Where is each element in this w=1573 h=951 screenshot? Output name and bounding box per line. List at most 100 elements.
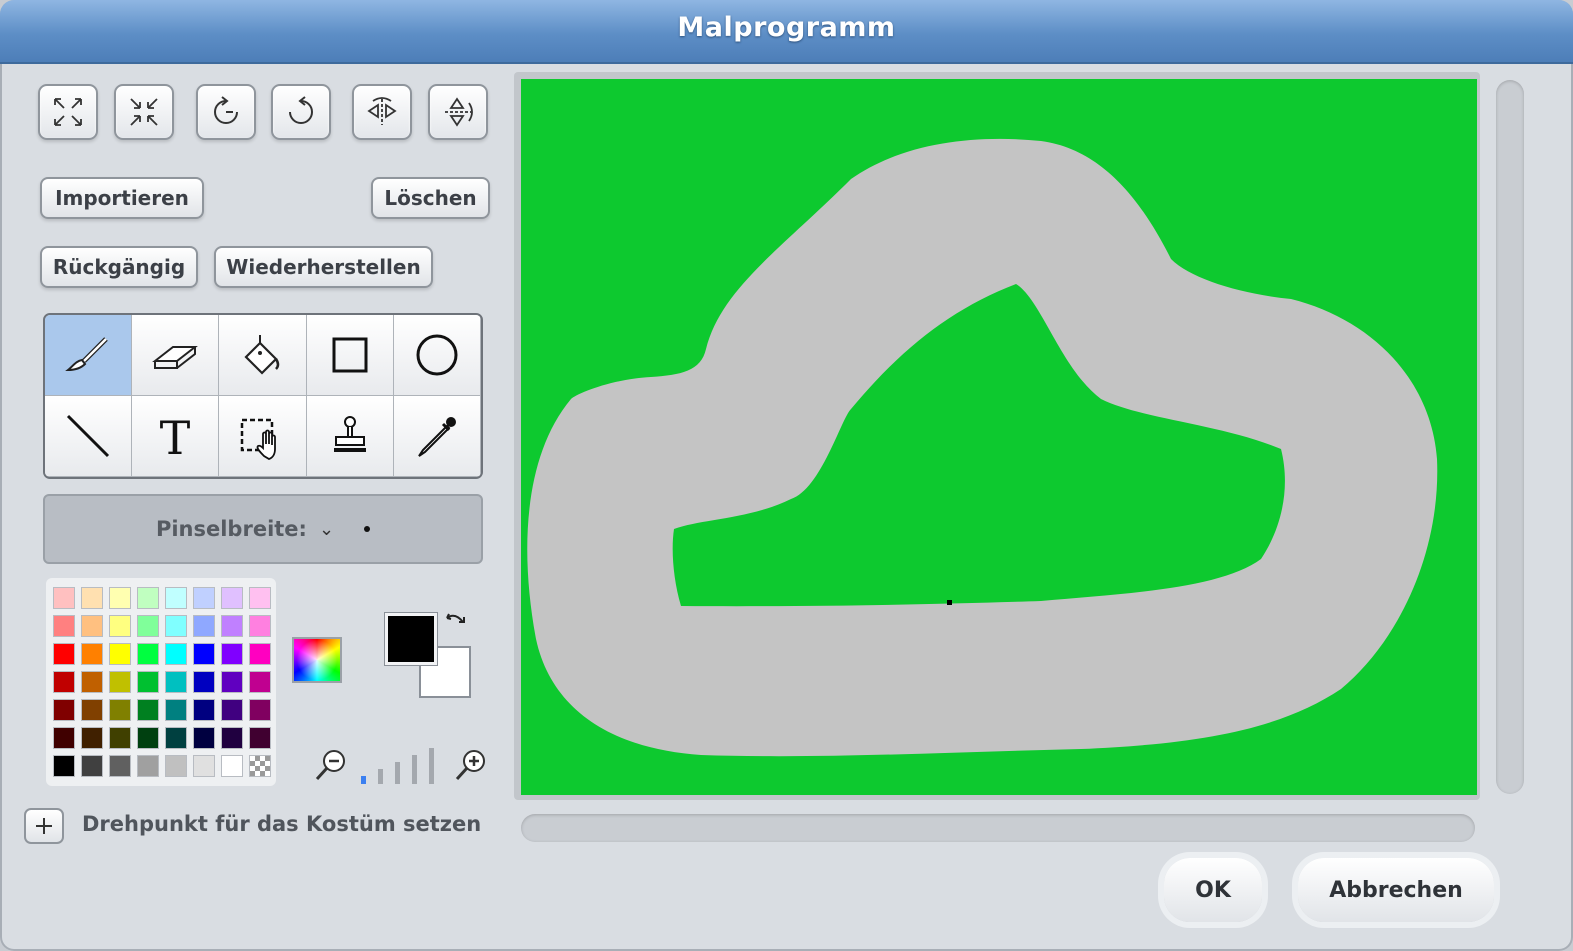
zoom-level-bar[interactable] xyxy=(395,762,400,784)
color-swatch[interactable] xyxy=(81,587,103,609)
color-swatch[interactable] xyxy=(165,671,187,693)
tool-ellipse[interactable] xyxy=(393,315,481,396)
horizontal-scrollbar[interactable] xyxy=(521,814,1475,842)
zoom-level-bar[interactable] xyxy=(361,776,366,784)
zoom-level-bar[interactable] xyxy=(429,748,434,784)
color-swatch[interactable] xyxy=(249,615,271,637)
color-swatch[interactable] xyxy=(53,615,75,637)
shrink-button[interactable] xyxy=(114,84,174,140)
brush-size-control[interactable]: Pinselbreite: ⌄ xyxy=(43,494,483,564)
color-swatch[interactable] xyxy=(109,587,131,609)
tool-eyedropper[interactable] xyxy=(393,396,481,477)
color-swatch[interactable] xyxy=(137,643,159,665)
zoom-out-icon[interactable] xyxy=(312,746,350,784)
color-swatch[interactable] xyxy=(137,755,159,777)
tool-text[interactable]: T xyxy=(132,396,220,477)
zoom-level-indicator[interactable] xyxy=(358,746,442,784)
vertical-scrollbar[interactable] xyxy=(1496,80,1524,794)
redo-button[interactable]: Wiederherstellen xyxy=(214,246,433,288)
color-swatch[interactable] xyxy=(193,671,215,693)
color-swatch[interactable] xyxy=(137,727,159,749)
color-swatch[interactable] xyxy=(221,587,243,609)
rotate-left-button[interactable] xyxy=(196,84,256,140)
color-swatch[interactable] xyxy=(53,755,75,777)
color-swatch[interactable] xyxy=(81,727,103,749)
zoom-in-icon[interactable] xyxy=(452,746,490,784)
zoom-level-bar[interactable] xyxy=(412,755,417,784)
import-button[interactable]: Importieren xyxy=(40,177,204,219)
tool-paintbrush[interactable] xyxy=(45,315,133,396)
title-bar[interactable]: Malprogramm xyxy=(0,0,1573,64)
line-icon xyxy=(67,414,110,458)
ok-button[interactable]: OK xyxy=(1164,858,1262,922)
color-swatch[interactable] xyxy=(137,615,159,637)
tool-stamp[interactable] xyxy=(306,396,394,477)
color-swatch[interactable] xyxy=(165,587,187,609)
color-swatch[interactable] xyxy=(193,643,215,665)
color-swatch[interactable] xyxy=(53,699,75,721)
tool-eraser[interactable] xyxy=(132,315,220,396)
color-swatch[interactable] xyxy=(109,643,131,665)
brush-cursor-dot xyxy=(947,600,952,605)
color-swatch[interactable] xyxy=(249,727,271,749)
tool-select[interactable] xyxy=(219,396,307,477)
color-swatch[interactable] xyxy=(137,587,159,609)
color-swatch[interactable] xyxy=(249,671,271,693)
color-picker-wheel[interactable] xyxy=(292,637,342,683)
color-swatch[interactable] xyxy=(193,755,215,777)
color-swatch[interactable] xyxy=(165,699,187,721)
brush-size-arrow[interactable]: ⌄ xyxy=(319,519,334,540)
tool-fill[interactable] xyxy=(219,315,307,396)
swap-colors-icon[interactable] xyxy=(443,610,469,636)
clear-button[interactable]: Löschen xyxy=(371,177,490,219)
set-rotation-center-button[interactable] xyxy=(24,808,64,844)
color-swatch[interactable] xyxy=(249,755,271,777)
undo-button[interactable]: Rückgängig xyxy=(40,246,198,288)
color-swatch[interactable] xyxy=(193,615,215,637)
color-swatch[interactable] xyxy=(221,755,243,777)
color-swatch[interactable] xyxy=(53,643,75,665)
color-swatch[interactable] xyxy=(249,587,271,609)
cancel-button[interactable]: Abbrechen xyxy=(1298,858,1494,922)
color-swatch[interactable] xyxy=(109,727,131,749)
tool-line[interactable] xyxy=(45,396,133,477)
color-swatch[interactable] xyxy=(221,727,243,749)
color-swatch[interactable] xyxy=(109,615,131,637)
color-swatch[interactable] xyxy=(81,755,103,777)
color-swatch[interactable] xyxy=(193,699,215,721)
drawing-canvas[interactable] xyxy=(521,79,1477,795)
color-swatch[interactable] xyxy=(165,615,187,637)
color-swatch[interactable] xyxy=(249,643,271,665)
select-hand-icon xyxy=(241,418,277,460)
color-swatch[interactable] xyxy=(193,727,215,749)
color-swatch[interactable] xyxy=(193,587,215,609)
color-swatch[interactable] xyxy=(221,643,243,665)
color-swatch[interactable] xyxy=(81,671,103,693)
color-swatch[interactable] xyxy=(165,643,187,665)
color-swatch[interactable] xyxy=(109,699,131,721)
tool-palette: T xyxy=(43,313,483,479)
zoom-level-bar[interactable] xyxy=(378,769,383,784)
color-swatch[interactable] xyxy=(137,671,159,693)
color-swatch[interactable] xyxy=(109,671,131,693)
foreground-color-swatch[interactable] xyxy=(385,613,437,665)
color-swatch[interactable] xyxy=(81,615,103,637)
color-swatch[interactable] xyxy=(165,755,187,777)
color-swatch[interactable] xyxy=(221,615,243,637)
color-swatch[interactable] xyxy=(53,727,75,749)
color-swatch[interactable] xyxy=(221,699,243,721)
color-swatch[interactable] xyxy=(81,643,103,665)
tool-rectangle[interactable] xyxy=(306,315,394,396)
color-swatch[interactable] xyxy=(137,699,159,721)
grow-button[interactable] xyxy=(38,84,98,140)
rotate-right-button[interactable] xyxy=(271,84,331,140)
color-swatch[interactable] xyxy=(249,699,271,721)
color-swatch[interactable] xyxy=(53,671,75,693)
color-swatch[interactable] xyxy=(165,727,187,749)
flip-vertical-button[interactable] xyxy=(428,84,488,140)
color-swatch[interactable] xyxy=(81,699,103,721)
color-swatch[interactable] xyxy=(221,671,243,693)
color-swatch[interactable] xyxy=(53,587,75,609)
flip-horizontal-button[interactable] xyxy=(352,84,412,140)
color-swatch[interactable] xyxy=(109,755,131,777)
